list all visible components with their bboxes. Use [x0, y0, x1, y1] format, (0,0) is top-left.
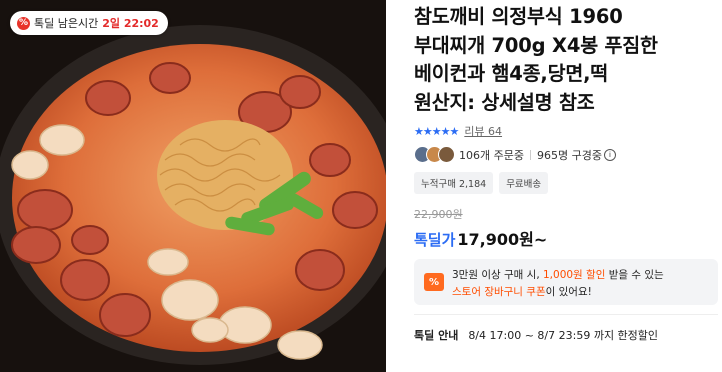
deal-info-row: 톡딜 안내 8/4 17:00 ~ 8/7 23:59 까지 한정할인 — [414, 327, 658, 343]
coupon-text: 이 있어요! — [545, 286, 592, 298]
coupon-line-1: 3만원 이상 구매 시, 1,000원 할인 받을 수 있는 — [452, 267, 664, 282]
product-title: 참도깨비 의정부식 1960 부대찌개 700g X4봉 푸짐한 베이컨과 햄4… — [414, 3, 714, 117]
rating-row: ★★★★★ 리뷰 64 — [414, 123, 502, 139]
divider — [529, 149, 531, 160]
deal-countdown-label: 톡딜 남은시간 — [34, 17, 99, 30]
original-price: 22,900원 — [414, 208, 463, 221]
coupon-text: 3만원 이상 구매 시, — [452, 269, 540, 281]
star-rating-icon: ★★★★★ — [414, 124, 459, 138]
review-link[interactable]: 리뷰 64 — [464, 123, 502, 139]
deal-countdown-time: 2일 22:02 — [102, 17, 159, 30]
avatar — [438, 146, 455, 163]
deal-price: 17,900원~ — [457, 230, 548, 249]
coupon-banner[interactable]: % 3만원 이상 구매 시, 1,000원 할인 받을 수 있는 스토어 장바구… — [414, 259, 718, 305]
deal-info-label: 톡딜 안내 — [414, 329, 459, 342]
tag-cumulative-purchases: 누적구매 2,184 — [414, 172, 494, 194]
coupon-line-2: 스토어 장바구니 쿠폰이 있어요! — [452, 284, 592, 299]
coupon-percent-icon: % — [424, 273, 444, 291]
deal-countdown-badge: % 톡딜 남은시간 2일 22:02 — [10, 11, 168, 35]
coupon-discount: 1,000원 할인 — [543, 269, 606, 281]
tag-free-shipping: 무료배송 — [499, 172, 549, 194]
deal-price-label: 톡딜가 — [414, 231, 456, 249]
section-divider — [414, 314, 718, 315]
coupon-text: 받을 수 있는 — [608, 269, 664, 281]
title-line: 부대찌개 700g X4봉 푸짐한 — [414, 33, 658, 57]
viewer-count: 965명 구경중 — [536, 148, 602, 162]
deal-price-row: 톡딜가 17,900원~ — [414, 226, 547, 250]
title-line: 원산지: 상세설명 참조 — [414, 90, 595, 114]
percent-icon: % — [17, 16, 30, 30]
coupon-name: 스토어 장바구니 쿠폰 — [452, 286, 546, 298]
product-image[interactable]: % 톡딜 남은시간 2일 22:02 — [0, 0, 386, 372]
tag-list: 누적구매 2,184 무료배송 — [414, 172, 549, 194]
order-count: 106개 주문중 — [459, 148, 524, 162]
deal-info-period: 8/4 17:00 ~ 8/7 23:59 까지 한정할인 — [468, 329, 659, 342]
title-line: 베이컨과 햄4종,당면,떡 — [414, 62, 609, 85]
title-line: 참도깨비 의정부식 1960 — [414, 5, 623, 28]
budae-jjigae-photo — [0, 0, 386, 372]
info-icon[interactable]: i — [603, 148, 616, 161]
buyer-avatars — [414, 146, 455, 163]
social-proof-row: 106개 주문중 965명 구경중 i — [414, 146, 616, 163]
